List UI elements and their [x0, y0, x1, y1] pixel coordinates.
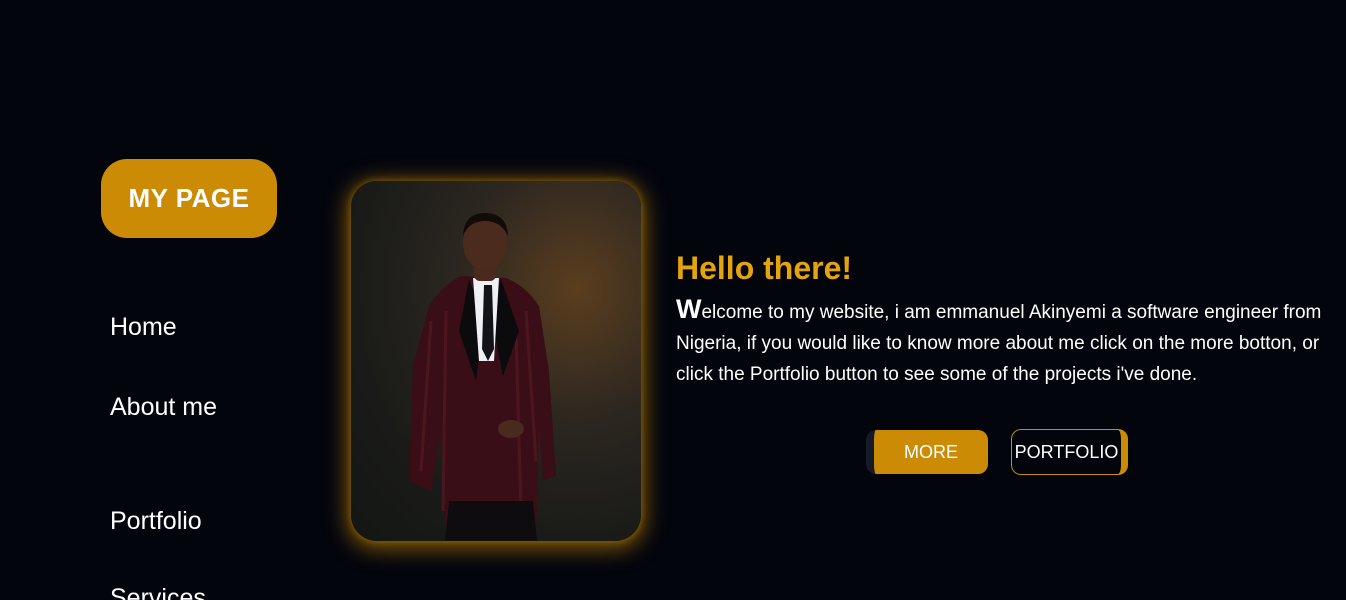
drop-cap: W: [676, 294, 702, 324]
profile-photo: [351, 181, 641, 541]
person-illustration: [409, 213, 556, 541]
nav-item-home[interactable]: Home: [110, 310, 220, 345]
brand-logo[interactable]: MY PAGE: [101, 159, 277, 238]
nav-item-services[interactable]: Services: [110, 581, 220, 600]
portfolio-button[interactable]: PORTFOLIO: [1011, 429, 1128, 475]
more-button[interactable]: MORE: [866, 430, 988, 474]
nav-item-about-me[interactable]: About me: [110, 390, 220, 425]
hero-intro-text: Welcome to my website, i am emmanuel Aki…: [676, 294, 1336, 390]
hero-title: Hello there!: [676, 250, 853, 286]
page: MY PAGE Home About me Portfolio Services: [0, 0, 1346, 600]
intro-body: elcome to my website, i am emmanuel Akin…: [676, 302, 1322, 385]
nav-item-portfolio[interactable]: Portfolio: [110, 504, 220, 539]
